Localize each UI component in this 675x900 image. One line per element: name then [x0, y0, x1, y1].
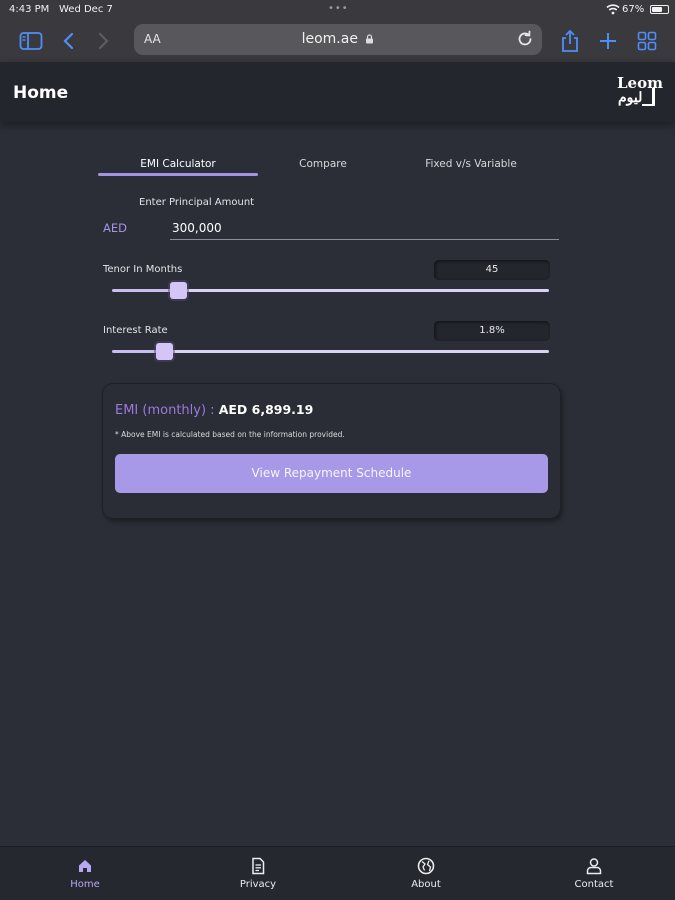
- page-title: Home: [13, 83, 69, 103]
- battery-percentage: 67%: [622, 4, 645, 15]
- bottom-navigation: Home Privacy About Contact: [0, 846, 675, 900]
- site-header: Home Leom ليوم: [0, 62, 675, 122]
- principal-label: Enter Principal Amount: [139, 197, 255, 208]
- address-bar[interactable]: AA leom.ae: [134, 24, 542, 55]
- emi-result: EMI (monthly) : AED 6,899.19: [115, 402, 313, 418]
- principal-amount-input[interactable]: [170, 216, 559, 240]
- person-icon: [586, 858, 602, 875]
- interest-rate-value-field[interactable]: 1.8%: [434, 321, 550, 341]
- forward-icon[interactable]: [90, 28, 116, 54]
- globe-icon: [417, 857, 435, 875]
- tab-overview-icon[interactable]: [634, 28, 660, 54]
- nav-contact-label: Contact: [574, 879, 614, 890]
- nav-home-label: Home: [70, 879, 100, 890]
- new-tab-icon[interactable]: [595, 28, 621, 54]
- tab-compare[interactable]: Compare: [263, 158, 383, 170]
- emi-label: EMI (monthly) :: [115, 403, 219, 418]
- tenor-slider-thumb[interactable]: [169, 282, 187, 299]
- emi-value: AED 6,899.19: [218, 402, 314, 417]
- browser-toolbar: AA leom.ae: [0, 20, 675, 62]
- nav-contact[interactable]: Contact: [549, 847, 639, 900]
- multitasking-dots-icon[interactable]: •••: [328, 3, 349, 14]
- nav-about[interactable]: About: [381, 847, 471, 900]
- leom-logo[interactable]: Leom ليوم: [614, 74, 663, 112]
- share-icon[interactable]: [557, 28, 583, 54]
- logo-text-arabic: ليوم: [618, 90, 643, 106]
- document-icon: [252, 857, 265, 875]
- active-tab-indicator: [98, 173, 258, 176]
- home-icon: [79, 860, 91, 872]
- nav-privacy[interactable]: Privacy: [213, 847, 303, 900]
- nav-home[interactable]: Home: [40, 847, 130, 900]
- status-bar: 4:43 PM Wed Dec 7 ••• 67%: [0, 0, 675, 20]
- battery-icon: [650, 5, 669, 14]
- status-time: 4:43 PM: [9, 4, 50, 15]
- interest-slider-track[interactable]: [112, 350, 549, 353]
- emi-disclaimer: * Above EMI is calculated based on the i…: [115, 430, 345, 439]
- reload-icon[interactable]: [516, 30, 534, 48]
- status-date: Wed Dec 7: [59, 4, 113, 15]
- back-icon[interactable]: [56, 28, 82, 54]
- tab-fixed-vs-variable[interactable]: Fixed v/s Variable: [400, 158, 542, 170]
- view-repayment-schedule-button[interactable]: View Repayment Schedule: [115, 454, 548, 493]
- lock-icon: [366, 34, 374, 44]
- currency-label: AED: [103, 221, 127, 235]
- interest-rate-label: Interest Rate: [103, 325, 168, 336]
- sidebar-icon[interactable]: [18, 28, 44, 54]
- emi-result-card: EMI (monthly) : AED 6,899.19 * Above EMI…: [103, 384, 560, 518]
- nav-about-label: About: [411, 879, 441, 890]
- tenor-value-field[interactable]: 45: [434, 260, 550, 280]
- nav-privacy-label: Privacy: [239, 879, 277, 890]
- tenor-label: Tenor In Months: [103, 264, 183, 275]
- url-text: leom.ae: [134, 31, 542, 47]
- wifi-icon: [606, 4, 620, 15]
- tab-emi-calculator[interactable]: EMI Calculator: [98, 158, 258, 170]
- interest-slider-thumb[interactable]: [156, 343, 174, 360]
